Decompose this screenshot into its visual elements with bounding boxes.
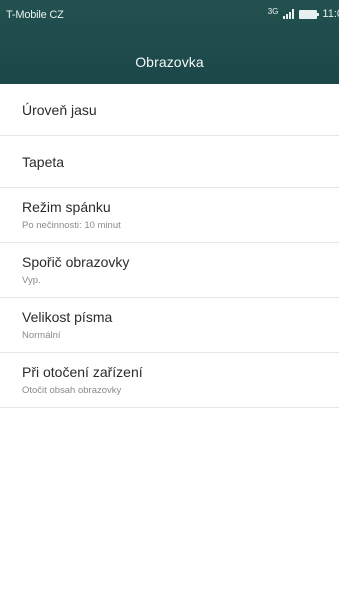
status-icons: 3G 11:0 [267,6,339,21]
setting-subtitle: Po nečinnosti: 10 minut [22,220,121,231]
setting-title: Spořič obrazovky [22,254,130,270]
setting-subtitle: Normální [22,330,61,341]
setting-screensaver[interactable]: Spořič obrazovky Vyp. [0,243,339,298]
setting-brightness[interactable]: Úroveň jasu [0,84,339,136]
settings-screen: T-Mobile CZ 3G 11:0 Obrazovka Úroveň jas… [0,0,339,610]
signal-icon [283,9,295,19]
setting-title: Úroveň jasu [22,102,97,118]
clock: 11:0 [322,8,339,20]
setting-title: Při otočení zařízení [22,364,143,380]
setting-title: Velikost písma [22,309,113,325]
setting-sleep-mode[interactable]: Režim spánku Po nečinnosti: 10 minut [0,188,339,243]
setting-rotation[interactable]: Při otočení zařízení Otočit obsah obrazo… [0,353,339,408]
setting-subtitle: Otočit obsah obrazovky [22,385,122,396]
app-header: T-Mobile CZ 3G 11:0 Obrazovka [0,0,339,84]
setting-title: Režim spánku [22,199,111,215]
status-bar: T-Mobile CZ 3G 11:0 [0,0,339,34]
setting-wallpaper[interactable]: Tapeta [0,136,339,188]
setting-font-size[interactable]: Velikost písma Normální [0,298,339,353]
battery-icon [299,9,320,19]
setting-title: Tapeta [22,154,65,170]
page-title: Obrazovka [135,54,204,70]
carrier-name: T-Mobile CZ [6,9,64,21]
settings-list: Úroveň jasu Tapeta Režim spánku Po nečin… [0,84,339,408]
setting-subtitle: Vyp. [22,275,41,286]
network-type-label: 3G [267,6,279,16]
